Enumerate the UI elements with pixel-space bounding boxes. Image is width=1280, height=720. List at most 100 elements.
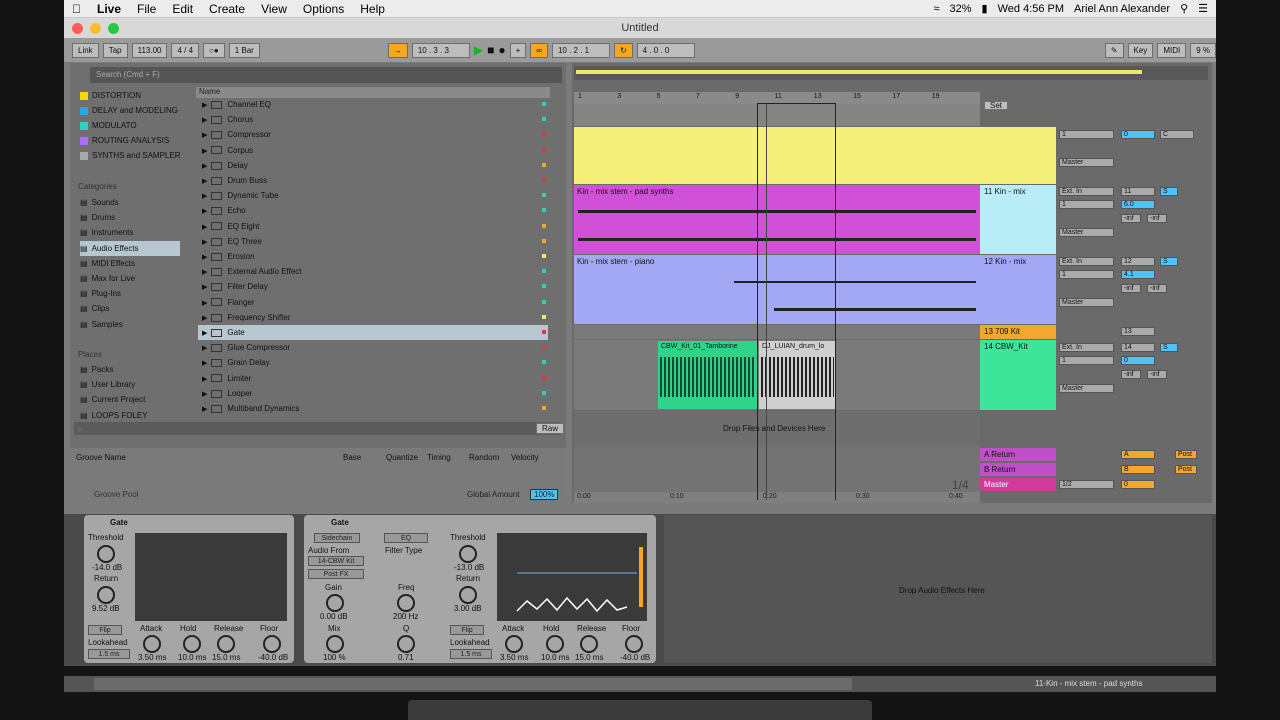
browser-item[interactable]: ▶ EQ Three	[198, 234, 548, 249]
gate1-threshold-knob[interactable]	[97, 545, 115, 563]
gate1-floor-value[interactable]: -40.0 dB	[258, 653, 288, 662]
clip-tamborine[interactable]: CBW_Kit_01_Tamborine	[658, 341, 758, 409]
groove-column-header[interactable]: Base	[343, 453, 361, 462]
category-midi-effects[interactable]: ▤ MIDI Effects	[80, 256, 135, 271]
output-select[interactable]: Master	[1059, 228, 1114, 237]
browser-item[interactable]: ▶ Delay	[198, 158, 548, 173]
key-button[interactable]: Key	[1127, 42, 1154, 58]
menu-file[interactable]: File	[137, 2, 156, 16]
gate1-hold-value[interactable]: 10.0 ms	[178, 653, 206, 662]
q-value[interactable]: 0.71	[398, 653, 414, 662]
solo-button[interactable]: S	[1160, 257, 1178, 266]
track-1-input-select[interactable]: Ext. In	[1059, 187, 1114, 196]
menu-list-icon[interactable]: ☰	[1198, 2, 1208, 15]
wifi-icon[interactable]: ≈	[933, 3, 939, 15]
minimize-button[interactable]	[90, 23, 101, 34]
track-13-number[interactable]: 13	[1121, 327, 1155, 336]
groove-column-header[interactable]: Random	[469, 453, 499, 462]
browser-item[interactable]: ▶ Corpus	[198, 143, 548, 158]
browser-item[interactable]: ▶ Dynamic Tube	[198, 188, 548, 203]
automation-arm-icon[interactable]: ∞	[530, 42, 548, 58]
track-header-14[interactable]: 14 CBW_Kit	[980, 340, 1056, 410]
midi-button[interactable]: MIDI	[1157, 42, 1187, 58]
user-name[interactable]: Ariel Ann Alexander	[1074, 3, 1170, 15]
sidechain-toggle[interactable]: Sidechain	[314, 533, 360, 543]
browser-item[interactable]: ▶ Looper	[198, 386, 548, 401]
gate1-release-knob[interactable]	[217, 635, 235, 653]
gate2-lookahead-select[interactable]: 1.5 ms	[450, 649, 492, 659]
audio-from-select[interactable]: 14-CBW Kit	[308, 556, 364, 566]
output-select[interactable]: Master	[1059, 384, 1114, 393]
master-header[interactable]: Master	[980, 478, 1056, 491]
stop-icon[interactable]: ■	[487, 43, 494, 57]
gate2-hold-value[interactable]: 10.0 ms	[541, 653, 569, 662]
browser-item[interactable]: ▶ Channel EQ	[198, 97, 548, 112]
collection-item[interactable]: DELAY and MODELING	[80, 103, 178, 118]
app-menu[interactable]: Live	[97, 2, 121, 16]
peak-meter-readout-2[interactable]: -inf	[1147, 370, 1167, 379]
expand-arrow-icon[interactable]: ▶	[202, 189, 207, 204]
peak-meter-readout[interactable]: -inf	[1121, 370, 1141, 379]
solo-button[interactable]: S	[1160, 187, 1178, 196]
first-track-channel-select[interactable]: 1	[1059, 130, 1114, 139]
track-volume[interactable]: 0	[1121, 356, 1155, 365]
peak-meter-readout[interactable]: -inf	[1121, 284, 1141, 293]
return-b-header[interactable]: B Return	[980, 463, 1056, 476]
position-field[interactable]: 10 . 3 . 3	[411, 42, 470, 58]
gate2-threshold-knob[interactable]	[459, 545, 477, 563]
collection-item[interactable]: MODULATO	[80, 118, 137, 133]
master-output-select[interactable]: 1/2	[1059, 480, 1114, 489]
browser-item[interactable]: ▶ Multiband Dynamics	[198, 401, 548, 416]
track-lane-11[interactable]: Kin - mix stem - pad synths	[574, 185, 980, 254]
first-track-pan[interactable]: C	[1160, 130, 1194, 139]
return-2-send[interactable]: 0	[1121, 480, 1155, 489]
browser-item[interactable]: ▶ Glue Compressor	[198, 340, 548, 355]
mix-value[interactable]: 100 %	[323, 653, 346, 662]
gate2-flip-button[interactable]: Flip	[450, 625, 484, 635]
gate2-release-knob[interactable]	[580, 635, 598, 653]
search-input[interactable]: Search (Cmd + F)	[90, 67, 562, 83]
groove-column-header[interactable]: Timing	[427, 453, 451, 462]
freq-value[interactable]: 200 Hz	[393, 612, 418, 621]
track-header-11[interactable]: 11 Kin - mix	[980, 185, 1056, 254]
browser-item[interactable]: ▶ EQ Eight	[198, 219, 548, 234]
quantize-select[interactable]: 1 Bar	[228, 42, 260, 58]
gain-knob[interactable]	[326, 594, 344, 612]
track-volume[interactable]: 4.1	[1121, 270, 1155, 279]
gate2-return-value[interactable]: 3.00 dB	[454, 604, 482, 613]
peak-meter-readout[interactable]: -inf	[1121, 214, 1141, 223]
menu-options[interactable]: Options	[303, 2, 344, 16]
track-4-number[interactable]: 14	[1121, 343, 1155, 352]
loop-length-field[interactable]: 4 . 0 . 0	[636, 42, 695, 58]
clip-drum-loop[interactable]: DJ_LUIAN_drum_lo	[759, 341, 836, 409]
tempo-field[interactable]: 113.00	[131, 42, 168, 58]
follow-icon[interactable]: →	[387, 42, 408, 58]
groove-column-header[interactable]: Quantize	[386, 453, 418, 462]
menu-create[interactable]: Create	[209, 2, 245, 16]
groove-column-header[interactable]: Groove Name	[76, 453, 126, 462]
collection-item[interactable]: SYNTHS and SAMPLER	[80, 148, 180, 163]
track-2-number[interactable]: 12	[1121, 257, 1155, 266]
metronome-icon[interactable]: ○●	[203, 42, 225, 58]
input-channel-select[interactable]: 1	[1059, 200, 1114, 209]
browser-item[interactable]: ▶ Compressor	[198, 127, 548, 142]
gate1-return-knob[interactable]	[97, 586, 115, 604]
expand-arrow-icon[interactable]: ▶	[202, 280, 207, 295]
global-amount-field[interactable]: 100%	[530, 489, 559, 500]
track-volume[interactable]: 6.0	[1121, 200, 1155, 209]
signature-field[interactable]: 4 / 4	[171, 42, 200, 58]
browser-item[interactable]: ▶ Erosion	[198, 249, 548, 264]
post-fx-select[interactable]: Post FX	[308, 569, 364, 579]
gate2-return-knob[interactable]	[459, 586, 477, 604]
time-ruler[interactable]: 0:00 0:10 0:20 0:30 0:40	[574, 492, 980, 503]
link-button[interactable]: Link	[72, 42, 99, 58]
post-toggle[interactable]: Post	[1175, 450, 1197, 459]
expand-arrow-icon[interactable]: ▶	[202, 128, 207, 143]
clock[interactable]: Wed 4:56 PM	[998, 3, 1064, 15]
category-clips[interactable]: ▤ Clips	[80, 301, 109, 316]
expand-arrow-icon[interactable]: ▶	[202, 235, 207, 250]
track-header-13[interactable]: 13 709 Kit	[980, 325, 1056, 339]
category-samples[interactable]: ▤ Samples	[80, 317, 123, 332]
expand-arrow-icon[interactable]: ▶	[202, 204, 207, 219]
menu-help[interactable]: Help	[360, 2, 385, 16]
